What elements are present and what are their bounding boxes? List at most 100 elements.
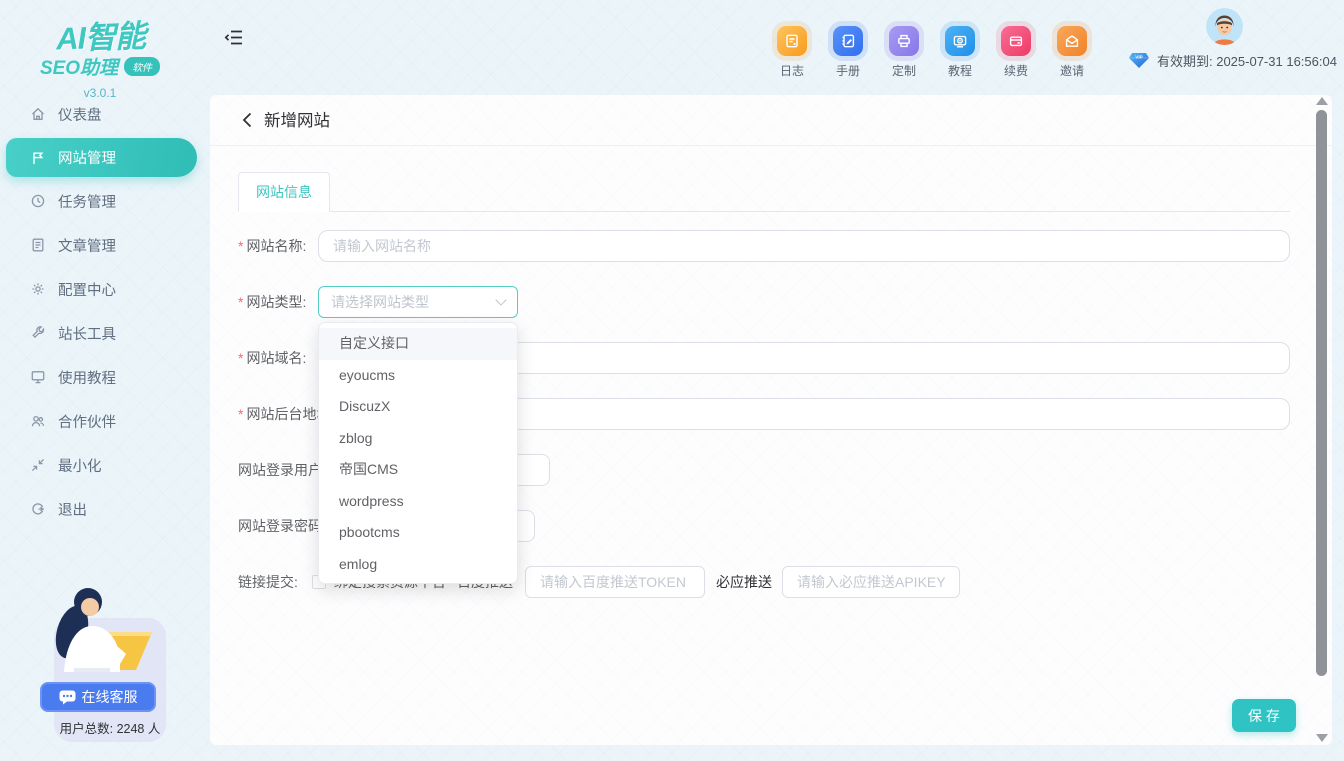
bing-apikey-input[interactable] <box>782 566 960 598</box>
site-name-label: *网站名称: <box>238 230 306 262</box>
website-icon <box>30 150 46 166</box>
bing-push-label: 必应推送 <box>716 566 772 598</box>
chevron-down-icon <box>495 294 506 305</box>
article-icon <box>30 237 46 253</box>
logo-badge: 软件 <box>124 57 160 76</box>
user-avatar[interactable] <box>1206 8 1243 45</box>
sidebar-item-logout[interactable]: 退出 <box>0 495 200 523</box>
tab-site-info[interactable]: 网站信息 <box>238 172 330 212</box>
sidebar-item-partners[interactable]: 合作伙伴 <box>0 407 200 435</box>
sidebar-item-task-management[interactable]: 任务管理 <box>0 187 200 215</box>
sidebar-item-label: 配置中心 <box>58 279 116 300</box>
required-mark: * <box>238 294 243 310</box>
tutorial-icon <box>30 369 46 385</box>
scrollbar <box>1314 95 1330 750</box>
sidebar-item-label: 最小化 <box>58 455 102 476</box>
header-action-logs[interactable]: 日志 <box>764 26 820 79</box>
partner-icon <box>30 413 46 429</box>
header-action-tutorial[interactable]: 教程 <box>932 26 988 79</box>
header-action-label: 邀请 <box>1044 62 1100 79</box>
dropdown-option-pbootcms[interactable]: pbootcms <box>319 517 517 549</box>
site-type-select[interactable]: 请选择网站类型 <box>318 286 518 318</box>
header-action-label: 续费 <box>988 62 1044 79</box>
header-action-manual[interactable]: 手册 <box>820 26 876 79</box>
sidebar-item-label: 任务管理 <box>58 191 116 212</box>
sidebar-item-config-center[interactable]: 配置中心 <box>0 275 200 303</box>
sidebar-item-label: 仪表盘 <box>58 104 102 125</box>
dropdown-option-custom-api[interactable]: 自定义接口 <box>319 328 517 360</box>
vip-icon: VIP <box>1128 52 1150 69</box>
online-service-label: 在线客服 <box>82 687 138 707</box>
sidebar-item-article-management[interactable]: 文章管理 <box>0 231 200 259</box>
chat-icon <box>59 690 76 705</box>
config-icon <box>30 281 46 297</box>
app-version: v3.0.1 <box>0 86 200 100</box>
header-action-label: 手册 <box>820 62 876 79</box>
required-mark: * <box>238 350 243 366</box>
scrollbar-thumb[interactable] <box>1316 110 1327 676</box>
login-pass-label: 网站登录密码: <box>238 510 326 542</box>
header-action-custom[interactable]: 定制 <box>876 26 932 79</box>
dropdown-option-diguocms[interactable]: 帝国CMS <box>319 454 517 486</box>
tab-label: 网站信息 <box>256 182 312 202</box>
app-logo: AI智能 SEO助理 软件 v3.0.1 <box>0 12 200 100</box>
sidebar-item-website-management[interactable]: 网站管理 <box>6 138 197 177</box>
validity-row: VIP 有效期到: 2025-07-31 16:56:04 <box>1128 51 1337 70</box>
tabs-baseline <box>238 211 1290 212</box>
sidebar: AI智能 SEO助理 软件 v3.0.1 仪表盘 网站管理 任务管理 文章管理 … <box>0 0 200 761</box>
header-action-invite[interactable]: 邀请 <box>1044 26 1100 79</box>
manual-icon <box>840 33 856 49</box>
task-icon <box>30 193 46 209</box>
online-service-button[interactable]: 在线客服 <box>40 682 156 712</box>
dropdown-option-wordpress[interactable]: wordpress <box>319 486 517 518</box>
header-divider <box>210 145 1332 146</box>
customer-service-illustration <box>34 580 166 692</box>
sidebar-item-label: 合作伙伴 <box>58 411 116 432</box>
tutorial-video-icon <box>952 33 968 49</box>
renew-icon <box>1008 33 1024 49</box>
scrollbar-down-arrow[interactable] <box>1316 734 1328 742</box>
invite-icon <box>1064 33 1080 49</box>
minimize-icon <box>30 457 46 473</box>
sidebar-item-label: 文章管理 <box>58 235 116 256</box>
webmaster-tools-icon <box>30 325 46 341</box>
sidebar-item-minimize[interactable]: 最小化 <box>0 451 200 479</box>
header-action-label: 定制 <box>876 62 932 79</box>
link-submit-label: 链接提交: <box>238 566 298 598</box>
menu-fold-icon <box>224 29 243 46</box>
sidebar-item-dashboard[interactable]: 仪表盘 <box>0 100 200 128</box>
scrollbar-up-arrow[interactable] <box>1316 97 1328 105</box>
site-type-dropdown: 自定义接口 eyoucms DiscuzX zblog 帝国CMS wordpr… <box>318 322 518 584</box>
dropdown-option-zblog[interactable]: zblog <box>319 423 517 455</box>
log-icon <box>784 33 800 49</box>
required-mark: * <box>238 238 243 254</box>
header-action-label: 教程 <box>932 62 988 79</box>
baidu-token-input[interactable] <box>525 566 705 598</box>
back-button[interactable] <box>238 110 260 132</box>
sidebar-item-usage-tutorial[interactable]: 使用教程 <box>0 363 200 391</box>
site-domain-label: *网站域名: <box>238 342 306 374</box>
total-users-text: 用户总数: 2248 人 <box>30 718 190 737</box>
sidebar-item-label: 使用教程 <box>58 367 116 388</box>
dashboard-icon <box>30 106 46 122</box>
dropdown-option-emlog[interactable]: emlog <box>319 549 517 581</box>
custom-icon <box>896 33 912 49</box>
sidebar-item-label: 站长工具 <box>58 323 116 344</box>
sidebar-item-label: 网站管理 <box>58 147 116 168</box>
header-action-renew[interactable]: 续费 <box>988 26 1044 79</box>
app-window: AI智能 SEO助理 软件 v3.0.1 仪表盘 网站管理 任务管理 文章管理 … <box>0 0 1344 761</box>
required-mark: * <box>238 406 243 422</box>
vip-label: VIP <box>1135 54 1142 59</box>
header-action-label: 日志 <box>764 62 820 79</box>
dropdown-option-eyoucms[interactable]: eyoucms <box>319 360 517 392</box>
page-title: 新增网站 <box>264 107 330 131</box>
logout-icon <box>30 501 46 517</box>
menu-fold-button[interactable] <box>224 29 243 51</box>
back-icon <box>238 110 258 130</box>
save-button[interactable]: 保 存 <box>1232 699 1296 732</box>
logo-line1: AI智能 <box>55 10 146 58</box>
site-name-input[interactable] <box>318 230 1290 262</box>
sidebar-item-label: 退出 <box>58 499 87 520</box>
sidebar-item-webmaster-tools[interactable]: 站长工具 <box>0 319 200 347</box>
dropdown-option-discuzx[interactable]: DiscuzX <box>319 391 517 423</box>
